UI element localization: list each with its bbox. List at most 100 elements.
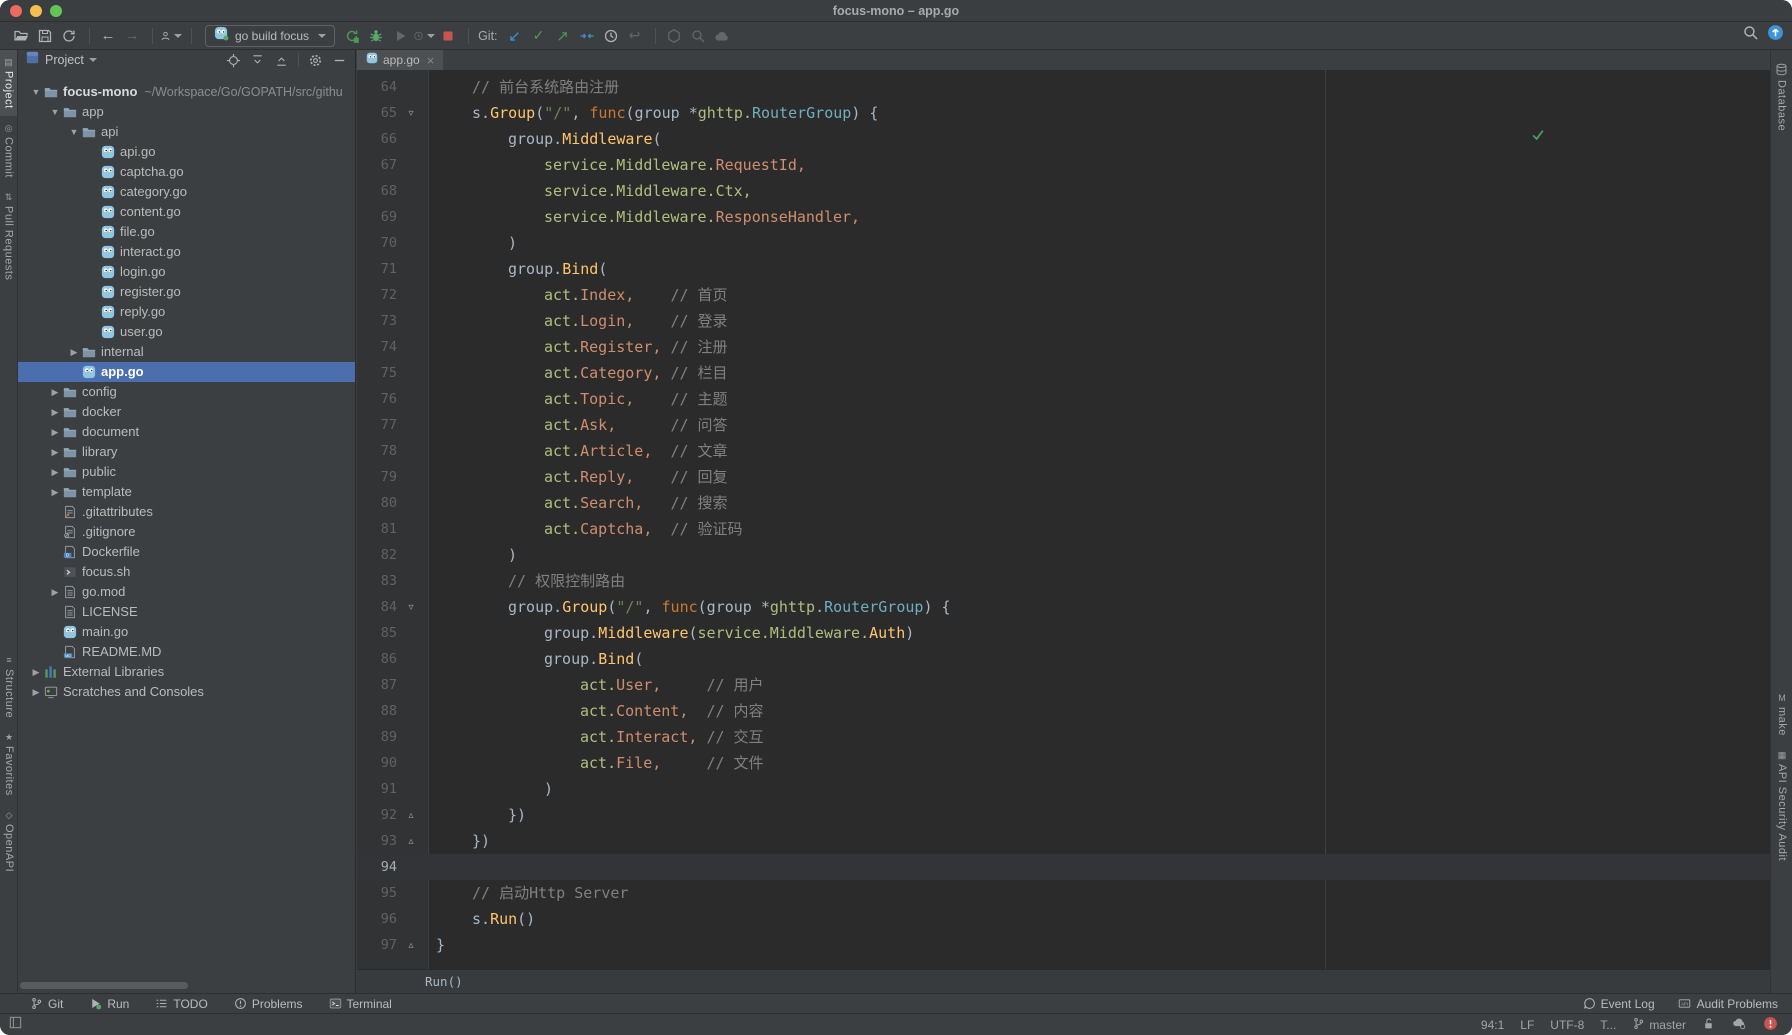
tool-window-button-api-security-audit[interactable]: ▦API Security Audit bbox=[1771, 743, 1792, 868]
tree-row-document[interactable]: ▶document bbox=[18, 422, 355, 442]
fold-region-start-icon[interactable]: ▿ bbox=[397, 602, 425, 613]
tree-row-register-go[interactable]: register.go bbox=[18, 282, 355, 302]
code-line-92[interactable]: 92▵}) bbox=[357, 802, 1770, 828]
tree-row-docker[interactable]: ▶docker bbox=[18, 402, 355, 422]
collapsed-chevron-icon[interactable]: ▶ bbox=[47, 462, 63, 482]
inspection-ok-icon[interactable] bbox=[1531, 128, 1545, 147]
project-panel-title[interactable]: Project bbox=[45, 53, 84, 67]
settings-gear-icon[interactable] bbox=[308, 53, 323, 68]
git-history-icon[interactable] bbox=[600, 25, 622, 47]
code-line-65[interactable]: 65▿s.Group("/", func(group *ghttp.Router… bbox=[357, 100, 1770, 126]
tree-row-internal[interactable]: ▶internal bbox=[18, 342, 355, 362]
code-line-90[interactable]: 90act.File, // 文件 bbox=[357, 750, 1770, 776]
code-line-66[interactable]: 66group.Middleware( bbox=[357, 126, 1770, 152]
chevron-down-icon[interactable] bbox=[89, 58, 97, 62]
code-line-85[interactable]: 85group.Middleware(service.Middleware.Au… bbox=[357, 620, 1770, 646]
code-line-79[interactable]: 79act.Reply, // 回复 bbox=[357, 464, 1770, 490]
code-line-current-94[interactable]: 94 bbox=[357, 854, 1770, 880]
tool-window-bar-button-git[interactable]: Git bbox=[30, 997, 63, 1011]
collapsed-chevron-icon[interactable]: ▶ bbox=[47, 482, 63, 502]
fold-region-start-icon[interactable]: ▿ bbox=[397, 108, 425, 119]
code-line-69[interactable]: 69service.Middleware.ResponseHandler, bbox=[357, 204, 1770, 230]
collapsed-chevron-icon[interactable]: ▶ bbox=[47, 382, 63, 402]
tree-row-category-go[interactable]: category.go bbox=[18, 182, 355, 202]
tool-window-button-pull-requests[interactable]: ⇅Pull Requests bbox=[0, 185, 17, 287]
code-line-89[interactable]: 89act.Interact, // 交互 bbox=[357, 724, 1770, 750]
collapsed-chevron-icon[interactable]: ▶ bbox=[66, 342, 82, 362]
code-line-97[interactable]: 97▵} bbox=[357, 932, 1770, 958]
tree-row-gitignore[interactable]: .gitignore bbox=[18, 522, 355, 542]
run-with-coverage-icon[interactable] bbox=[389, 25, 411, 47]
code-line-78[interactable]: 78act.Article, // 文章 bbox=[357, 438, 1770, 464]
tree-row-external-libraries[interactable]: ▶External Libraries bbox=[18, 662, 355, 682]
expanded-chevron-icon[interactable]: ▼ bbox=[66, 122, 82, 142]
tree-row-login-go[interactable]: login.go bbox=[18, 262, 355, 282]
code-line-81[interactable]: 81act.Captcha, // 验证码 bbox=[357, 516, 1770, 542]
tree-row-public[interactable]: ▶public bbox=[18, 462, 355, 482]
code-line-75[interactable]: 75act.Category, // 栏目 bbox=[357, 360, 1770, 386]
code-line-95[interactable]: 95// 启动Http Server bbox=[357, 880, 1770, 906]
tree-row-config[interactable]: ▶config bbox=[18, 382, 355, 402]
project-tree-horizontal-scrollbar[interactable] bbox=[20, 982, 188, 989]
collapsed-chevron-icon[interactable]: ▶ bbox=[28, 682, 44, 702]
caret-position[interactable]: 94:1 bbox=[1481, 1018, 1504, 1032]
tool-window-button-commit[interactable]: ◎Commit bbox=[0, 116, 17, 185]
collapsed-chevron-icon[interactable]: ▶ bbox=[47, 422, 63, 442]
code-line-96[interactable]: 96s.Run() bbox=[357, 906, 1770, 932]
code-line-84[interactable]: 84▿group.Group("/", func(group *ghttp.Ro… bbox=[357, 594, 1770, 620]
fold-region-end-icon[interactable]: ▵ bbox=[397, 810, 425, 821]
tree-row-reply-go[interactable]: reply.go bbox=[18, 302, 355, 322]
tree-row-interact-go[interactable]: interact.go bbox=[18, 242, 355, 262]
collapsed-chevron-icon[interactable]: ▶ bbox=[47, 442, 63, 462]
tool-window-button-structure[interactable]: ≡Structure bbox=[0, 648, 18, 725]
code-line-68[interactable]: 68service.Middleware.Ctx, bbox=[357, 178, 1770, 204]
tree-row-file-go[interactable]: file.go bbox=[18, 222, 355, 242]
breadcrumb[interactable]: Run() bbox=[425, 974, 463, 989]
tree-row-scratches-and-consoles[interactable]: ▶Scratches and Consoles bbox=[18, 682, 355, 702]
code-line-74[interactable]: 74act.Register, // 注册 bbox=[357, 334, 1770, 360]
profiler-icon[interactable] bbox=[413, 25, 435, 47]
tool-window-button-openapi[interactable]: ◇OpenAPI bbox=[0, 803, 18, 879]
expanded-chevron-icon[interactable]: ▼ bbox=[28, 82, 44, 102]
locate-file-icon[interactable] bbox=[226, 53, 241, 68]
tree-row-selected-app-go[interactable]: app.go bbox=[18, 362, 355, 382]
open-folder-icon[interactable] bbox=[10, 25, 32, 47]
run-configuration-select[interactable]: go build focus bbox=[205, 25, 335, 47]
tree-row-focus-sh[interactable]: focus.sh bbox=[18, 562, 355, 582]
code-line-88[interactable]: 88act.Content, // 内容 bbox=[357, 698, 1770, 724]
tree-row-template[interactable]: ▶template bbox=[18, 482, 355, 502]
tool-window-bar-button-todo[interactable]: TODO bbox=[155, 997, 207, 1011]
tool-window-switcher-icon[interactable] bbox=[8, 1015, 23, 1035]
git-commit-icon[interactable]: ✓ bbox=[528, 25, 550, 47]
code-line-72[interactable]: 72act.Index, // 首页 bbox=[357, 282, 1770, 308]
code-line-67[interactable]: 67service.Middleware.RequestId, bbox=[357, 152, 1770, 178]
tree-row-api[interactable]: ▼api bbox=[18, 122, 355, 142]
tool-window-button-favorites[interactable]: ★Favorites bbox=[0, 725, 18, 803]
code-line-87[interactable]: 87act.User, // 用户 bbox=[357, 672, 1770, 698]
collapse-all-icon[interactable] bbox=[274, 53, 289, 68]
git-update-icon[interactable]: ↙ bbox=[504, 25, 526, 47]
git-merge-icon[interactable] bbox=[576, 25, 598, 47]
rerun-icon[interactable] bbox=[341, 25, 363, 47]
tree-row-license[interactable]: LICENSE bbox=[18, 602, 355, 622]
cloud-icon[interactable] bbox=[711, 25, 733, 47]
code-line-77[interactable]: 77act.Ask, // 问答 bbox=[357, 412, 1770, 438]
code-line-83[interactable]: 83// 权限控制路由 bbox=[357, 568, 1770, 594]
space-hexagon-icon[interactable] bbox=[663, 25, 685, 47]
code-line-70[interactable]: 70) bbox=[357, 230, 1770, 256]
code-line-91[interactable]: 91) bbox=[357, 776, 1770, 802]
git-branch-widget[interactable]: master bbox=[1632, 1017, 1686, 1033]
file-encoding[interactable]: UTF-8 bbox=[1550, 1018, 1584, 1032]
expanded-chevron-icon[interactable]: ▼ bbox=[47, 102, 63, 122]
stop-icon[interactable] bbox=[437, 25, 459, 47]
code-line-86[interactable]: 86group.Bind( bbox=[357, 646, 1770, 672]
fold-region-end-icon[interactable]: ▵ bbox=[397, 836, 425, 847]
code-line-71[interactable]: 71group.Bind( bbox=[357, 256, 1770, 282]
tree-row-go-mod[interactable]: ▶go.mod bbox=[18, 582, 355, 602]
tool-window-bar-button-terminal[interactable]: Terminal bbox=[329, 997, 392, 1011]
tool-window-button-project[interactable]: ▤Project bbox=[0, 50, 17, 116]
cloud-settings-icon[interactable] bbox=[1731, 1016, 1747, 1033]
debug-icon[interactable] bbox=[365, 25, 387, 47]
collapsed-chevron-icon[interactable]: ▶ bbox=[47, 582, 63, 602]
error-indicator-icon[interactable] bbox=[1763, 1016, 1778, 1034]
